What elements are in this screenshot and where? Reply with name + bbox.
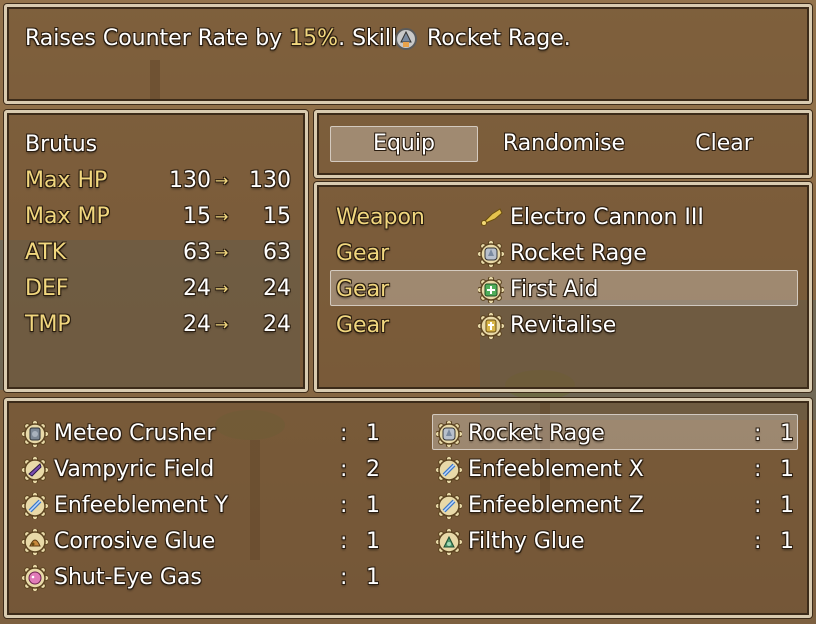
stat-current: 24 xyxy=(183,312,211,337)
stat-current: 15 xyxy=(183,204,211,229)
item-separator: : xyxy=(754,457,762,482)
stat-new: 24 xyxy=(263,312,291,337)
slot-type[interactable]: Weapon xyxy=(336,202,425,234)
stat-current: 24 xyxy=(183,276,211,301)
gear-rocket-icon xyxy=(478,241,504,267)
gear-enfeeble-icon xyxy=(22,493,48,519)
actor-name: Brutus xyxy=(25,132,98,157)
gear-sleep-icon xyxy=(22,565,48,591)
help-suffix: . xyxy=(563,26,571,51)
stat-new: 130 xyxy=(249,168,291,193)
item-name[interactable]: Enfeeblement Y xyxy=(54,490,228,522)
item-name[interactable]: Enfeeblement Z xyxy=(468,490,644,522)
help-prefix: Raises Counter Rate by xyxy=(25,26,290,51)
item-separator: : xyxy=(754,529,762,554)
item-separator: : xyxy=(340,529,348,554)
help-skill-name: Rocket Rage xyxy=(427,26,564,51)
help-skill: Rocket Rage. xyxy=(427,23,571,55)
item-count: 1 xyxy=(366,529,380,554)
slot-item[interactable]: Revitalise xyxy=(510,310,616,342)
item-name[interactable]: Meteo Crusher xyxy=(54,418,215,450)
status-window: Brutus Max HP 130 → 130 Max MP 15 → 15 ATK 63 → 63 D… xyxy=(4,110,308,392)
gear-enfeeble-icon xyxy=(436,493,462,519)
item-separator: : xyxy=(340,565,348,590)
gear-enfeeble-icon xyxy=(436,457,462,483)
item-separator: : xyxy=(340,421,348,446)
item-separator: : xyxy=(340,457,348,482)
stat-label: ATK xyxy=(25,240,67,265)
gear-vampyric-icon xyxy=(22,457,48,483)
stat-new: 24 xyxy=(263,276,291,301)
stat-label: Max HP xyxy=(25,168,108,193)
item-separator: : xyxy=(340,493,348,518)
slot-type[interactable]: Gear xyxy=(336,274,389,306)
item-count: 1 xyxy=(780,529,794,554)
item-separator: : xyxy=(754,421,762,446)
item-name[interactable]: Corrosive Glue xyxy=(54,526,215,558)
randomise-command[interactable]: Randomise xyxy=(490,126,638,162)
stat-new: 63 xyxy=(263,240,291,265)
item-name[interactable]: Vampyric Field xyxy=(54,454,214,486)
slot-type[interactable]: Gear xyxy=(336,238,389,270)
gear-meteo-icon xyxy=(22,421,48,447)
rocket-skill-icon xyxy=(395,28,417,50)
item-count: 1 xyxy=(780,493,794,518)
item-name[interactable]: Rocket Rage xyxy=(468,418,605,450)
trumpet-weapon-icon xyxy=(480,208,503,226)
item-separator: : xyxy=(754,493,762,518)
slot-item[interactable]: First Aid xyxy=(510,274,598,306)
gear-corrosive-icon xyxy=(22,529,48,555)
help-highlight: 15% xyxy=(289,26,339,51)
item-count: 1 xyxy=(780,457,794,482)
slot-item[interactable]: Rocket Rage xyxy=(510,238,647,270)
slot-type[interactable]: Gear xyxy=(336,310,389,342)
gear-glue-icon xyxy=(436,529,462,555)
item-name[interactable]: Enfeeblement X xyxy=(468,454,644,486)
stat-label: Max MP xyxy=(25,204,110,229)
stat-new: 15 xyxy=(263,204,291,229)
item-name[interactable]: Shut-Eye Gas xyxy=(54,562,202,594)
stat-label: TMP xyxy=(25,312,71,337)
item-count: 1 xyxy=(366,421,380,446)
clear-command[interactable]: Clear xyxy=(650,126,798,162)
item-count: 1 xyxy=(366,493,380,518)
gear-rocket-icon xyxy=(436,421,462,447)
gear-revitalise-icon xyxy=(478,313,504,339)
stat-current: 63 xyxy=(183,240,211,265)
item-count: 1 xyxy=(780,421,794,446)
stat-current: 130 xyxy=(169,168,211,193)
equip-command[interactable]: Equip xyxy=(330,126,478,162)
item-count: 2 xyxy=(366,457,380,482)
help-window: Raises Counter Rate by 15%. Skill: Rocke… xyxy=(4,4,812,104)
item-name[interactable]: Filthy Glue xyxy=(468,526,585,558)
gear-first-aid-icon xyxy=(478,277,504,303)
item-count: 1 xyxy=(366,565,380,590)
help-text: Raises Counter Rate by 15%. Skill: xyxy=(25,23,405,55)
stat-label: DEF xyxy=(25,276,69,301)
slot-item[interactable]: Electro Cannon III xyxy=(510,202,704,234)
